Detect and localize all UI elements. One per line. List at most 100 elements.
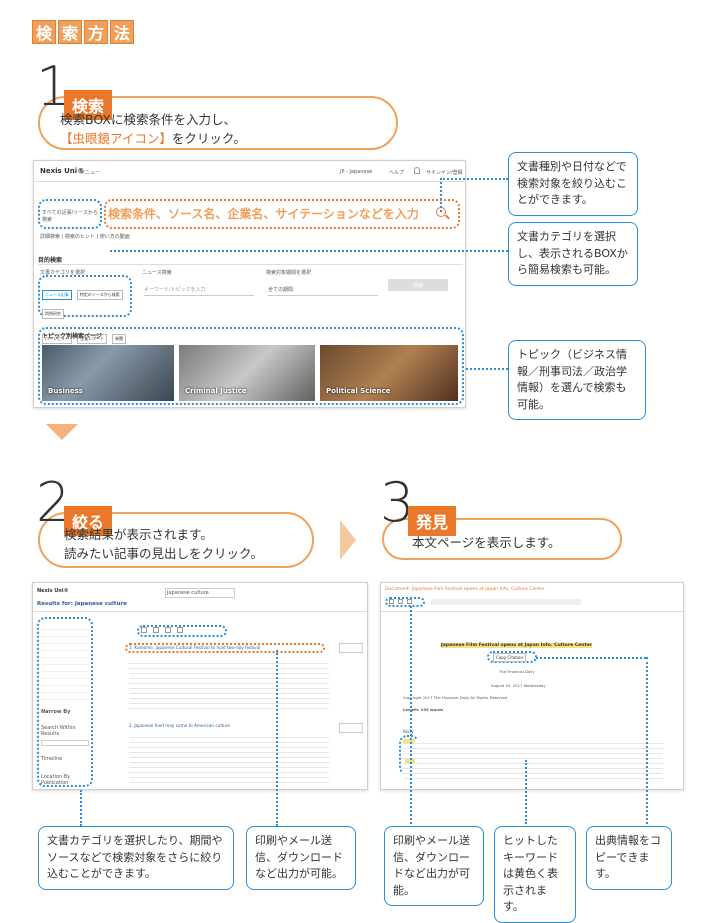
callout-topics: トピック（ビジネス情報／刑事司法／政治学情報）を選んで検索も可能。 — [508, 340, 646, 420]
article-headline: Japanese Film Festival opens at Japan In… — [441, 643, 593, 648]
connector-line — [646, 657, 648, 824]
result-toolbar — [141, 627, 183, 633]
doc-divider — [381, 611, 683, 612]
connector-line — [440, 178, 442, 212]
filter-heading: Narrow By — [41, 709, 71, 715]
step2-line1: 検索結果が表示されます。 — [64, 527, 213, 542]
article-length: Length: 235 words — [403, 707, 443, 712]
callout-category: 文書カテゴリを選択し、表示されるBOXから簡易検索も可能。 — [508, 222, 638, 286]
nexis-home-screenshot: Nexis Uni® メニュー JP - Japanese ヘルプ サインイン/… — [33, 160, 466, 408]
results-divider — [33, 611, 367, 612]
category-button[interactable]: 判例研究 — [42, 309, 64, 319]
result-headline[interactable]: 2. Japanese food may come to American cu… — [129, 723, 230, 728]
arrow-down-icon — [46, 424, 78, 440]
document-screenshot: Document: Japanese Film Festival opens a… — [380, 582, 684, 790]
download-icon[interactable] — [407, 599, 412, 604]
step2-text: 検索結果が表示されます。 読みたい記事の見出しをクリック。 — [64, 525, 263, 564]
results-title: Results for: Japanese culture — [37, 601, 127, 607]
category-list[interactable] — [41, 623, 89, 703]
topic-label: Business — [48, 387, 83, 395]
email-icon[interactable] — [153, 627, 159, 633]
topic-label: Criminal Justice — [185, 387, 247, 395]
result-snippet — [129, 659, 329, 713]
search-input[interactable]: 検索条件、ソース名、企業名、サイテーションなどを入力 — [108, 205, 419, 222]
period-select[interactable]: 全ての期間 — [268, 286, 378, 296]
folder-icon[interactable] — [177, 627, 183, 633]
result-headline[interactable]: 1. Kamome, Japanese Cultural Festival to… — [129, 645, 260, 650]
menu-link[interactable]: メニュー — [80, 169, 100, 176]
preview-button[interactable] — [339, 723, 363, 733]
email-icon[interactable] — [398, 599, 403, 604]
print-icon[interactable] — [141, 627, 147, 633]
callout-output: 印刷やメール送信、ダウンロードなど出力が可能。 — [246, 826, 356, 890]
step1-text: 検索BOXに検索条件を入力し、 【虫眼鏡アイコン】をクリック。 — [60, 110, 246, 149]
step1-highlight: 【虫眼鏡アイコン】 — [60, 131, 172, 147]
callout-doc-output: 印刷やメール送信、ダウンロードなど出力が可能。 — [384, 826, 484, 906]
news-search-label: ニュース検索 — [142, 270, 172, 276]
print-icon[interactable] — [389, 599, 394, 604]
connector-line — [440, 178, 508, 180]
header-divider — [34, 181, 465, 182]
connector-line — [410, 606, 412, 824]
topic-business-image[interactable]: Business — [42, 345, 174, 401]
language-select[interactable]: JP - Japanese — [340, 169, 372, 175]
preview-button[interactable] — [339, 643, 363, 653]
callout-filter: 文書種別や日付などで検索対象を絞り込むことができます。 — [508, 152, 638, 216]
results-search-input[interactable]: Japanese culture — [165, 588, 235, 598]
help-link[interactable]: ヘルプ — [389, 169, 404, 176]
results-screenshot: Nexis Uni® Japanese culture Results for:… — [32, 582, 368, 790]
bell-icon[interactable] — [414, 167, 420, 174]
title-char: 方 — [84, 20, 108, 44]
signin-link[interactable]: サインイン/登録 — [426, 169, 463, 176]
guided-search-button[interactable]: 検索 — [388, 279, 448, 291]
filter-heading[interactable]: Timeline — [41, 756, 89, 762]
search-scope-select[interactable]: すべての記事/ソースから検索 — [42, 209, 98, 223]
filter-heading[interactable]: Search Within Results — [41, 725, 89, 737]
article-body — [403, 739, 663, 783]
article-date: August 25, 2017 Wednesday — [491, 683, 546, 688]
nexis-logo: Nexis Uni® — [37, 588, 69, 594]
title-char: 検 — [32, 20, 56, 44]
connector-line — [536, 657, 646, 659]
topic-criminal-justice-image[interactable]: Criminal Justice — [179, 345, 315, 401]
connector-line — [110, 250, 508, 252]
callout-keyword: ヒットしたキーワードは黄色く表示されます。 — [494, 826, 576, 923]
nexis-logo: Nexis Uni® — [40, 167, 85, 175]
title-char: 法 — [110, 20, 134, 44]
title-char: 索 — [58, 20, 82, 44]
search-links[interactable]: 詳細検索 | 検索のヒント | 使い方の動画 — [40, 233, 130, 240]
period-label: 検索対象期間を選択 — [266, 270, 312, 276]
step1-line1: 検索BOXに検索条件を入力し、 — [60, 112, 236, 127]
connector-line — [525, 760, 527, 824]
filter-heading[interactable]: Location By Publication — [41, 774, 89, 786]
paper-name: The Financial Daily — [499, 669, 535, 674]
doc-nav-bar[interactable] — [431, 599, 581, 605]
callout-citation: 出典情報をコピーできます。 — [586, 826, 672, 890]
copyright: Copyright 2017 The Financial Daily All R… — [403, 695, 508, 700]
category-button[interactable]: 特定のソースから検索 — [76, 290, 123, 300]
connector-line — [466, 368, 508, 370]
connector-line — [276, 650, 278, 826]
news-search-input[interactable]: キーワード/トピックを入力 — [144, 286, 254, 296]
category-button[interactable]: ニュース記事 — [42, 290, 72, 300]
search-within-input[interactable] — [41, 740, 89, 746]
topic-political-science-image[interactable]: Political Science — [320, 345, 458, 401]
result-snippet — [129, 733, 329, 785]
connector-line — [80, 790, 82, 826]
step3-text: 本文ページを表示します。 — [412, 535, 561, 550]
guided-divider — [38, 264, 463, 265]
page-title: 検 索 方 法 — [32, 20, 134, 44]
copy-citation-button[interactable]: Copy Citation — [493, 653, 527, 662]
filter-sidebar: Narrow By Search Within Results Timeline… — [41, 623, 89, 786]
keyword-mark — [403, 739, 415, 743]
download-icon[interactable] — [165, 627, 171, 633]
doc-toolbar — [389, 599, 412, 604]
topic-label: Political Science — [326, 387, 391, 395]
document-title: Document: Japanese Film Festival opens a… — [385, 587, 545, 592]
arrow-right-icon — [340, 520, 356, 560]
step1-line2: 【虫眼鏡アイコン】をクリック。 — [60, 129, 246, 148]
guided-search-title: 目的検索 — [38, 257, 63, 264]
step1-line2-rest: をクリック。 — [171, 131, 246, 147]
article-headline-text: Japanese Film Festival opens at Japan In… — [441, 643, 593, 648]
callout-narrow: 文書カテゴリを選択したり、期間やソースなどで検索対象をさらに絞り込むことができま… — [38, 826, 234, 890]
